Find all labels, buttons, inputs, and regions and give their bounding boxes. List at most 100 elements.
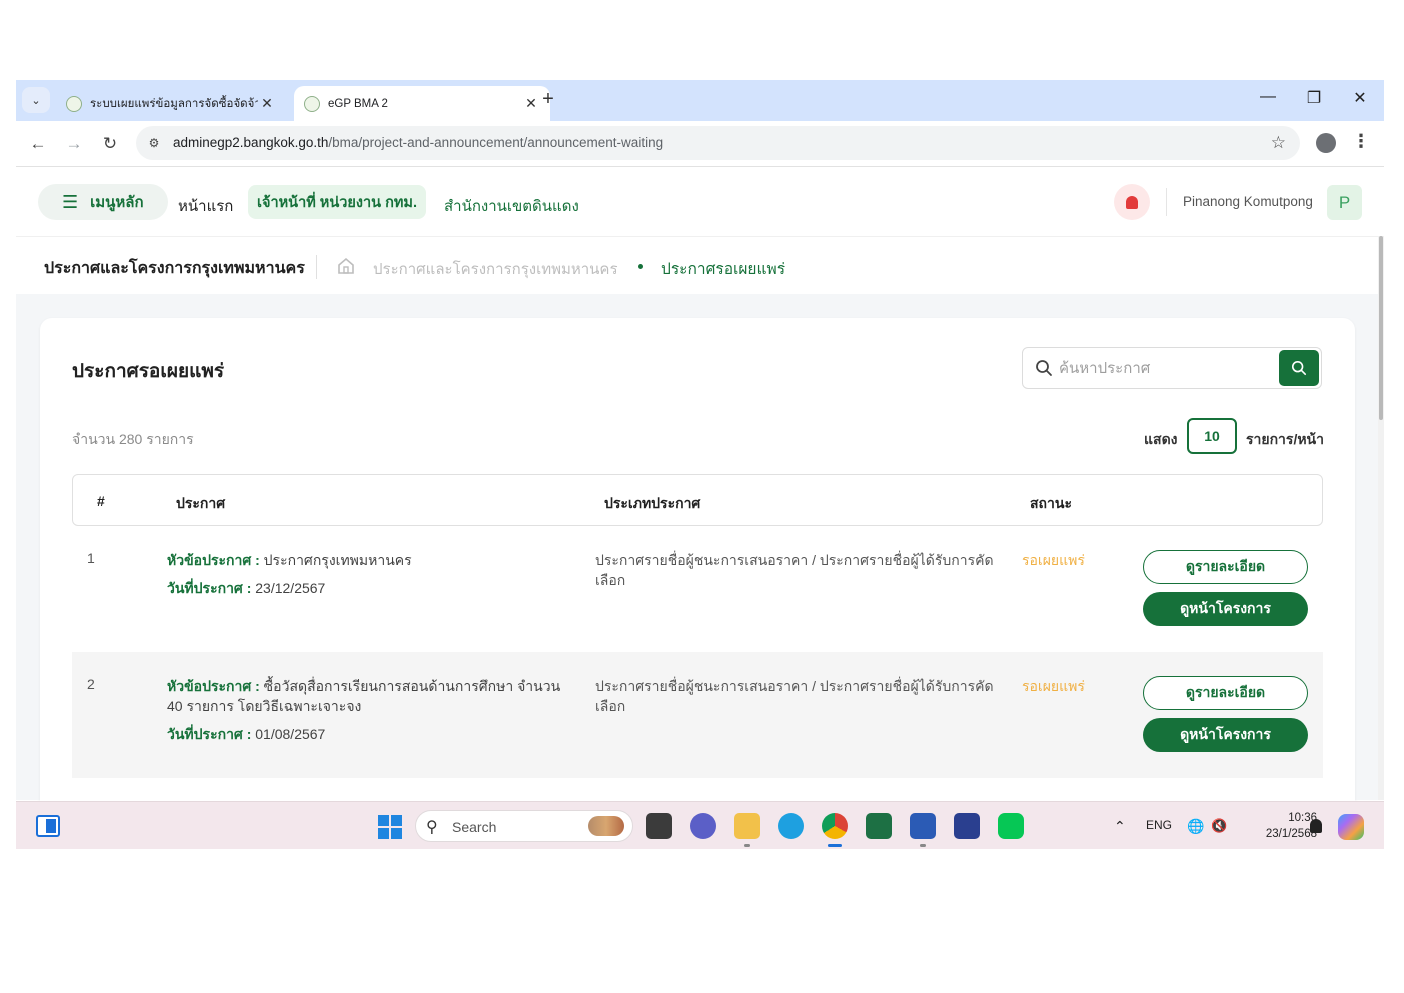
- site-info-icon[interactable]: ⚙: [144, 133, 164, 153]
- row-number: 1: [87, 550, 95, 566]
- office-label[interactable]: สำนักงานเขตดินแดง: [444, 194, 579, 218]
- window-close-icon[interactable]: ✕: [1346, 88, 1374, 108]
- search-input[interactable]: [1059, 356, 1269, 380]
- widgets-icon[interactable]: [36, 815, 60, 837]
- taskbar-search-label: Search: [452, 819, 497, 835]
- chrome-icon[interactable]: [822, 813, 848, 839]
- scrollbar-thumb[interactable]: [1379, 236, 1383, 420]
- browser-tab-strip: ⌄ ระบบเผยแพร่ข้อมูลการจัดซื้อจัดจ้างภ ✕ …: [16, 80, 1384, 121]
- profile-icon[interactable]: [1316, 133, 1336, 153]
- date-value: 01/08/2567: [255, 726, 326, 742]
- browser-tab-1[interactable]: ระบบเผยแพร่ข้อมูลการจัดซื้อจัดจ้างภ ✕: [56, 86, 286, 121]
- search-icon: ⚲: [426, 819, 438, 836]
- back-icon[interactable]: ←: [25, 131, 51, 157]
- table-header: # ประกาศ ประเภทประกาศ สถานะ: [72, 474, 1323, 526]
- type-cell: ประกาศรายชื่อผู้ชนะการเสนอราคา / ประกาศร…: [595, 552, 994, 588]
- view-detail-button[interactable]: ดูรายละเอียด: [1143, 550, 1308, 584]
- column-header-type: ประเภทประกาศ: [604, 495, 701, 511]
- view-project-button[interactable]: ดูหน้าโครงการ: [1143, 592, 1308, 626]
- url-host: adminegp2.bangkok.go.th: [173, 135, 329, 150]
- result-count: จำนวน 280 รายการ: [72, 431, 194, 447]
- page-title: ประกาศรอเผยแพร่: [72, 361, 225, 382]
- view-project-button[interactable]: ดูหน้าโครงการ: [1143, 718, 1308, 752]
- running-indicator: [920, 844, 926, 847]
- url-text[interactable]: adminegp2.bangkok.go.th/bma/project-and-…: [173, 135, 663, 150]
- home-icon[interactable]: [336, 256, 356, 276]
- breadcrumb-separator: [638, 264, 643, 269]
- announcement-cell: หัวข้อประกาศ : ประกาศกรุงเทพมหานคร วันที…: [167, 550, 577, 598]
- subject-label: หัวข้อประกาศ :: [167, 678, 260, 694]
- announcement-cell: หัวข้อประกาศ : ซื้อวัสดุสื่อการเรียนการส…: [167, 676, 577, 744]
- clock-date: 23/1/2568: [1265, 828, 1317, 840]
- divider: [316, 255, 317, 279]
- column-header-status: สถานะ: [1030, 495, 1072, 511]
- excel-icon[interactable]: [866, 813, 892, 839]
- role-badge[interactable]: เจ้าหน้าที่ หน่วยงาน กทม.: [248, 185, 426, 219]
- minimize-icon[interactable]: —: [1254, 88, 1282, 106]
- kebab-icon[interactable]: ⋮: [1352, 131, 1370, 152]
- address-bar[interactable]: ⚙ adminegp2.bangkok.go.th/bma/project-an…: [136, 126, 1300, 160]
- breadcrumb-current: ประกาศรอเผยแพร่: [661, 261, 786, 278]
- app-icon[interactable]: [954, 813, 980, 839]
- row-number: 2: [87, 676, 95, 692]
- close-tab-icon[interactable]: ✕: [258, 95, 276, 112]
- bell-icon[interactable]: [1310, 819, 1322, 833]
- url-path: /bma/project-and-announcement/announceme…: [328, 135, 664, 150]
- column-header-no: #: [97, 493, 105, 509]
- search-box: [1022, 347, 1322, 389]
- reload-icon[interactable]: ↻: [97, 131, 123, 157]
- main-menu-label: เมนูหลัก: [90, 194, 144, 211]
- new-tab-plus-icon[interactable]: +: [536, 88, 560, 111]
- tab-title: ระบบเผยแพร่ข้อมูลการจัดซื้อจัดจ้างภ: [90, 97, 258, 110]
- breadcrumb-bar: ประกาศและโครงการกรุงเทพมหานคร ประกาศและโ…: [16, 236, 1378, 294]
- view-detail-button[interactable]: ดูรายละเอียด: [1143, 676, 1308, 710]
- user-avatar[interactable]: P: [1327, 185, 1362, 220]
- copilot-icon[interactable]: [1338, 814, 1364, 840]
- chevron-up-icon[interactable]: ⌃: [1114, 818, 1126, 835]
- search-button[interactable]: [1279, 350, 1319, 386]
- forward-icon[interactable]: →: [61, 131, 87, 157]
- announcement-card: ประกาศรอเผยแพร่ จำนวน 280 รายการ แสดง 10…: [40, 318, 1355, 818]
- favicon-icon: [304, 95, 320, 112]
- search-highlight-icon: [588, 816, 624, 836]
- subject-value: ประกาศกรุงเทพมหานคร: [263, 552, 412, 568]
- clock[interactable]: 10:36 23/1/2568: [1242, 810, 1317, 842]
- table-row: 2 หัวข้อประกาศ : ซื้อวัสดุสื่อการเรียนกา…: [72, 652, 1323, 778]
- date-value: 23/12/2567: [255, 580, 326, 596]
- status-badge: รอเผยแพร่: [1022, 552, 1085, 568]
- column-header-announcement: ประกาศ: [176, 495, 226, 511]
- main-menu-button[interactable]: ☰ เมนูหลัก: [38, 184, 168, 220]
- network-icon[interactable]: 🌐: [1187, 818, 1204, 835]
- volume-muted-icon[interactable]: 🔇: [1211, 818, 1227, 834]
- browser-toolbar: ← → ↻ ⚙ adminegp2.bangkok.go.th/bma/proj…: [16, 121, 1384, 167]
- per-page-label: แสดง: [1144, 431, 1178, 447]
- user-name[interactable]: Pinanong Komutpong: [1183, 194, 1313, 209]
- teams-icon[interactable]: [690, 813, 716, 839]
- tab-search-chevron-down-icon[interactable]: ⌄: [22, 87, 50, 113]
- file-explorer-icon[interactable]: [734, 813, 760, 839]
- app-header: ☰ เมนูหลัก หน้าแรก เจ้าหน้าที่ หน่วยงาน …: [16, 168, 1384, 236]
- section-title: ประกาศและโครงการกรุงเทพมหานคร: [44, 260, 305, 277]
- per-page-suffix: รายการ/หน้า: [1246, 431, 1324, 447]
- notification-button[interactable]: [1114, 184, 1150, 220]
- taskbar: ⚲ Search ⌃ ENG 🌐 🔇 10:36 23/1/2568: [16, 801, 1384, 849]
- language-indicator[interactable]: ENG: [1146, 818, 1172, 832]
- start-icon[interactable]: [378, 815, 402, 839]
- task-view-icon[interactable]: [646, 813, 672, 839]
- table-row: 1 หัวข้อประกาศ : ประกาศกรุงเทพมหานคร วัน…: [72, 526, 1323, 652]
- search-icon: [1291, 360, 1307, 376]
- star-icon[interactable]: ☆: [1271, 133, 1286, 153]
- breadcrumb-parent[interactable]: ประกาศและโครงการกรุงเทพมหานคร: [373, 257, 618, 281]
- taskbar-search[interactable]: ⚲ Search: [415, 810, 633, 842]
- restore-icon[interactable]: ❐: [1300, 88, 1328, 108]
- word-icon[interactable]: [910, 813, 936, 839]
- browser-tab-2[interactable]: eGP BMA 2 ✕: [294, 86, 550, 121]
- running-indicator: [744, 844, 750, 847]
- edge-icon[interactable]: [778, 813, 804, 839]
- per-page-select[interactable]: 10: [1187, 418, 1237, 454]
- clock-time: 10:36: [1288, 812, 1317, 824]
- line-icon[interactable]: [998, 813, 1024, 839]
- home-link[interactable]: หน้าแรก: [178, 194, 233, 218]
- date-label: วันที่ประกาศ :: [167, 580, 252, 596]
- bell-icon: [1126, 195, 1138, 209]
